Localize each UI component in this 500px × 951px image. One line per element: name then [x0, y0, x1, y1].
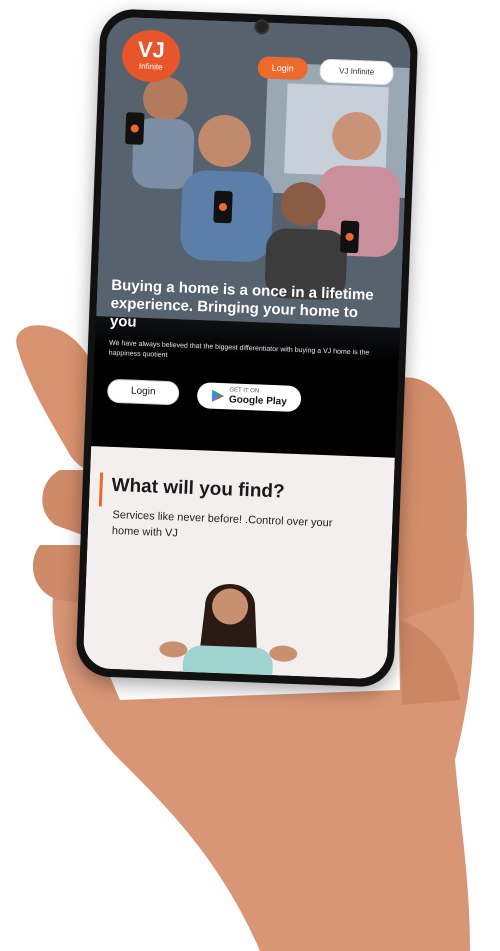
header-login-button[interactable]: Login: [257, 56, 309, 81]
find-section: What will you find? Services like never …: [82, 446, 395, 680]
section-accent-bar: [98, 472, 104, 507]
phone-device: VJ Infinite Login VJ Infinite Buying a h…: [75, 8, 419, 688]
google-play-icon: [211, 389, 225, 402]
google-play-button[interactable]: GET IT ON Google Play: [196, 382, 302, 413]
logo-subtext: Infinite: [138, 61, 163, 72]
google-play-small-label: GET IT ON: [229, 387, 260, 395]
hero-subtext: We have always believed that the biggest…: [108, 339, 370, 359]
section-subtitle: Services like never before! .Control ove…: [111, 508, 333, 540]
section-title: What will you find?: [111, 474, 285, 503]
woman-illustration: [159, 584, 298, 680]
phone-screen: VJ Infinite Login VJ Infinite Buying a h…: [82, 16, 412, 680]
header-secondary-button[interactable]: VJ Infinite: [319, 58, 395, 86]
google-play-label: Google Play: [228, 394, 287, 408]
login-button[interactable]: Login: [106, 378, 180, 406]
hero-section: VJ Infinite Login VJ Infinite Buying a h…: [91, 16, 412, 458]
logo-text: VJ: [137, 36, 166, 63]
hero-headline: Buying a home is a once in a lifetime ex…: [109, 276, 375, 331]
